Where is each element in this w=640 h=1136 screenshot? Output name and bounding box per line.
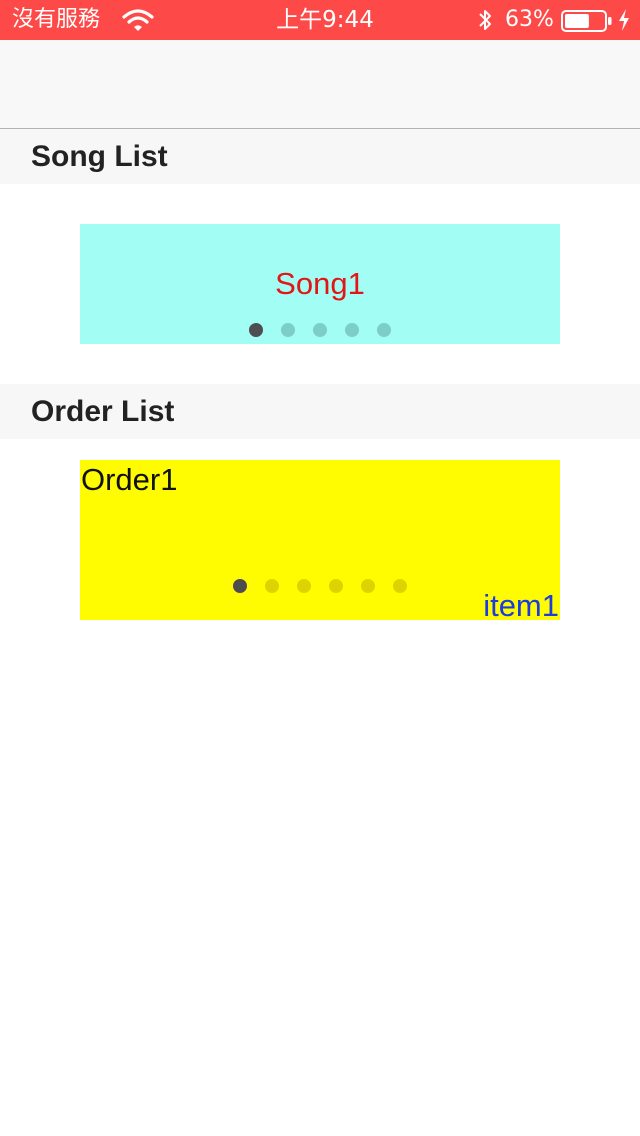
page-dot[interactable] bbox=[249, 323, 263, 337]
page-dot[interactable] bbox=[297, 579, 311, 593]
order-item-label: item1 bbox=[483, 588, 559, 623]
page-dot[interactable] bbox=[313, 323, 327, 337]
order-carousel[interactable]: Order1 item1 bbox=[80, 460, 560, 623]
bluetooth-icon bbox=[479, 10, 491, 30]
status-bar: 沒有服務 上午9:44 63% bbox=[0, 0, 640, 40]
song-list-header: Song List bbox=[0, 129, 640, 184]
page-dot[interactable] bbox=[233, 579, 247, 593]
song-card-title: Song1 bbox=[275, 266, 365, 301]
battery-icon bbox=[561, 10, 612, 32]
charging-icon bbox=[619, 9, 629, 31]
order-list-header: Order List bbox=[0, 384, 640, 439]
section-title: Order List bbox=[31, 395, 175, 428]
page-dot[interactable] bbox=[361, 579, 375, 593]
order-card-title: Order1 bbox=[81, 462, 178, 497]
page-dot[interactable] bbox=[265, 579, 279, 593]
song-carousel[interactable]: Song1 bbox=[80, 224, 560, 344]
page-dot[interactable] bbox=[377, 323, 391, 337]
page-dot[interactable] bbox=[281, 323, 295, 337]
section-title: Song List bbox=[31, 140, 168, 173]
battery-percent: 63% bbox=[505, 7, 554, 32]
page-dot[interactable] bbox=[329, 579, 343, 593]
navigation-bar bbox=[0, 40, 640, 129]
song-page-control[interactable] bbox=[249, 323, 391, 337]
order-page-control[interactable] bbox=[233, 579, 407, 593]
page-dot[interactable] bbox=[345, 323, 359, 337]
page-dot[interactable] bbox=[393, 579, 407, 593]
